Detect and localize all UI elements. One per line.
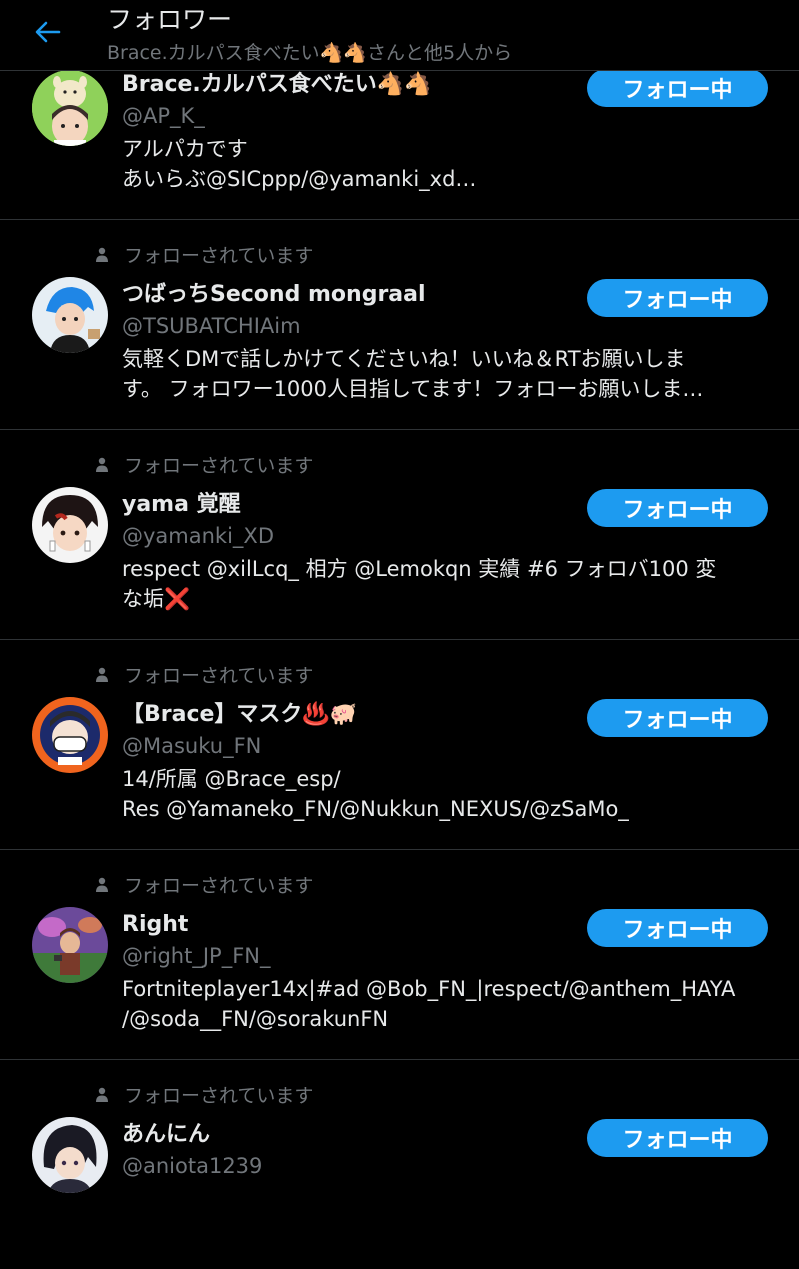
follows-you-label: フォローされています <box>124 454 314 477</box>
follows-you-label: フォローされています <box>124 244 314 267</box>
display-name[interactable]: 【Brace】マスク♨️🐖 <box>122 700 357 730</box>
following-button[interactable]: フォロー中 <box>587 69 768 107</box>
bio: アルパカです あいらぶ@SICppp/@yamanki_xd… <box>122 137 477 191</box>
avatar[interactable] <box>32 907 108 983</box>
following-button[interactable]: フォロー中 <box>587 699 768 737</box>
top-app-bar: フォロワー Brace.カルパス食べたい🐴🐴さんと他5人から <box>0 0 799 71</box>
page-title: フォロワー <box>107 5 233 34</box>
display-name[interactable]: Right <box>122 910 188 940</box>
bio: 14/所属 @Brace_esp/ Res @Yamaneko_FN/@Nukk… <box>122 767 629 821</box>
follower-item[interactable]: フォローされています Right @right_JP_FN_ Fortnitep… <box>0 850 799 1060</box>
avatar[interactable] <box>32 487 108 563</box>
follower-item[interactable]: フォローされています 【Brace】マスク♨️🐖 @Masuku_FN 14/所… <box>0 640 799 850</box>
follows-you-context: フォローされています <box>95 450 313 478</box>
avatar[interactable] <box>32 70 108 146</box>
follows-you-context: フォローされています <box>95 1080 313 1108</box>
follows-you-label: フォローされています <box>124 664 314 687</box>
handle[interactable]: @Masuku_FN <box>122 732 261 760</box>
follows-you-label: フォローされています <box>124 1084 314 1107</box>
page-subtitle: Brace.カルパス食べたい🐴🐴さんと他5人から <box>107 42 513 64</box>
arrow-left-icon <box>35 21 61 47</box>
avatar[interactable] <box>32 697 108 773</box>
handle[interactable]: @AP_K_ <box>122 102 205 130</box>
follower-item[interactable]: フォローされています あんにん @aniota1239 フォロー中 <box>0 1060 799 1269</box>
handle[interactable]: @TSUBATCHIAim <box>122 312 301 340</box>
bio: 気軽くDMで話しかけてくださいね！いいね＆RTお願いしま す。 フォロワー100… <box>122 347 704 401</box>
follows-you-context: フォローされています <box>95 240 313 268</box>
follows-you-label: フォローされています <box>124 874 314 897</box>
following-button[interactable]: フォロー中 <box>587 909 768 947</box>
person-icon <box>95 876 109 892</box>
display-name[interactable]: yama 覚醒 <box>122 490 241 520</box>
person-icon <box>95 456 109 472</box>
back-button[interactable] <box>22 14 74 54</box>
following-button[interactable]: フォロー中 <box>587 489 768 527</box>
following-button[interactable]: フォロー中 <box>587 1119 768 1157</box>
follows-you-context: フォローされています <box>95 660 313 688</box>
display-name[interactable]: Brace.カルパス食べたい🐴🐴 <box>122 70 432 100</box>
person-icon <box>95 666 109 682</box>
bio: respect @xilLcq_ 相方 @Lemokqn 実績 #6 フォロバ1… <box>122 557 717 611</box>
follower-item[interactable]: フォローされています つばっちSecond mongraal @TSUBATCH… <box>0 220 799 430</box>
person-icon <box>95 1086 109 1102</box>
avatar[interactable] <box>32 277 108 353</box>
handle[interactable]: @right_JP_FN_ <box>122 942 271 970</box>
follows-you-context: フォローされています <box>95 870 313 898</box>
bio: Fortniteplayer14x|#ad @Bob_FN_|respect/@… <box>122 977 736 1031</box>
follower-item[interactable]: フォローされています yama 覚醒 @yamanki_XD respect @… <box>0 430 799 640</box>
person-icon <box>95 246 109 262</box>
following-button[interactable]: フォロー中 <box>587 279 768 317</box>
display-name[interactable]: つばっちSecond mongraal <box>122 280 426 310</box>
handle[interactable]: @yamanki_XD <box>122 522 274 550</box>
display-name[interactable]: あんにん <box>122 1120 210 1150</box>
avatar[interactable] <box>32 1117 108 1193</box>
